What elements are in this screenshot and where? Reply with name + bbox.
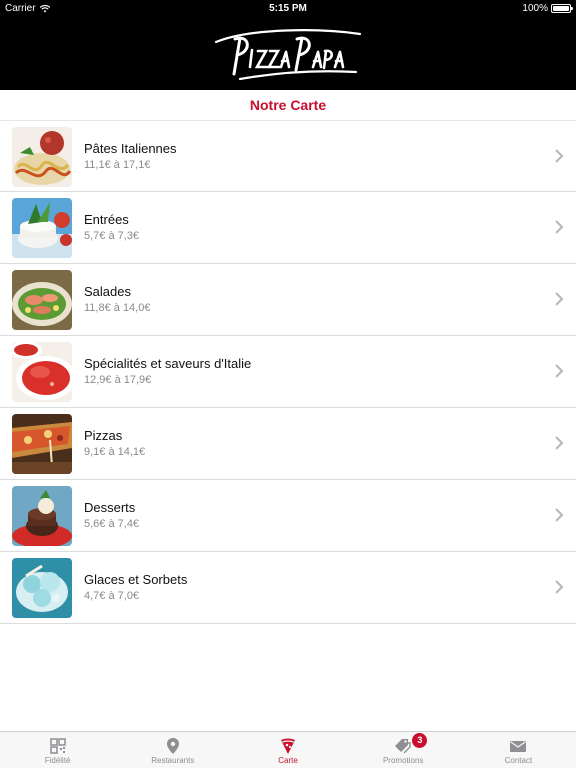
list-item-pizzas[interactable]: Pizzas 9,1€ à 14,1€ bbox=[0, 408, 576, 480]
list-item-glaces[interactable]: Glaces et Sorbets 4,7€ à 7,0€ bbox=[0, 552, 576, 624]
chevron-right-icon bbox=[555, 580, 564, 594]
dessert-thumbnail bbox=[12, 486, 72, 546]
item-price: 5,7€ à 7,3€ bbox=[84, 230, 140, 242]
chevron-right-icon bbox=[555, 292, 564, 306]
pizza-slice-icon bbox=[281, 738, 295, 754]
item-title: Desserts bbox=[84, 500, 136, 515]
list-item-entrees[interactable]: Entrées 5,7€ à 7,3€ bbox=[0, 192, 576, 264]
tab-promotions[interactable]: 3 Promotions bbox=[346, 732, 461, 768]
app-header: Carrier 5:15 PM 100% bbox=[0, 0, 576, 90]
tab-label: Carte bbox=[278, 756, 298, 765]
item-price: 9,1€ à 14,1€ bbox=[84, 446, 146, 458]
promotions-badge: 3 bbox=[412, 733, 428, 748]
chevron-right-icon bbox=[555, 220, 564, 234]
tab-carte[interactable]: Carte bbox=[230, 732, 345, 768]
status-bar: Carrier 5:15 PM 100% bbox=[0, 0, 576, 18]
list-item-salades[interactable]: Salades 11,8€ à 14,0€ bbox=[0, 264, 576, 336]
salad-thumbnail bbox=[12, 270, 72, 330]
qr-code-icon bbox=[49, 738, 66, 754]
map-pin-icon bbox=[166, 738, 179, 754]
tags-icon bbox=[395, 739, 411, 754]
chevron-right-icon bbox=[555, 508, 564, 522]
battery-icon bbox=[551, 4, 573, 13]
pasta-thumbnail bbox=[12, 127, 72, 187]
item-price: 12,9€ à 17,9€ bbox=[84, 374, 152, 386]
chevron-right-icon bbox=[555, 364, 564, 378]
chevron-right-icon bbox=[555, 436, 564, 450]
item-title: Glaces et Sorbets bbox=[84, 572, 188, 587]
item-price: 5,6€ à 7,4€ bbox=[84, 518, 140, 530]
item-title: Entrées bbox=[84, 212, 129, 227]
tab-bar: Fidélité Restaurants Carte 3 Promotions bbox=[0, 731, 576, 768]
battery-percent: 100% bbox=[522, 3, 548, 14]
item-price: 11,1€ à 17,1€ bbox=[84, 159, 151, 171]
status-right: 100% bbox=[522, 3, 573, 14]
tab-contact[interactable]: Contact bbox=[461, 732, 576, 768]
starter-thumbnail bbox=[12, 198, 72, 258]
tab-label: Fidélité bbox=[44, 756, 71, 765]
pizza-papa-logo bbox=[214, 29, 362, 81]
clock: 5:15 PM bbox=[269, 3, 307, 14]
page-title: Notre Carte bbox=[249, 97, 327, 113]
chevron-right-icon bbox=[555, 149, 564, 163]
tab-label: Restaurants bbox=[151, 756, 195, 765]
specialty-thumbnail bbox=[12, 342, 72, 402]
list-item-pates[interactable]: Pâtes Italiennes 11,1€ à 17,1€ bbox=[0, 120, 576, 192]
item-title: Salades bbox=[84, 284, 131, 299]
item-title: Spécialités et saveurs d'Italie bbox=[84, 356, 252, 371]
tab-label: Contact bbox=[504, 756, 533, 765]
menu-list: Pâtes Italiennes 11,1€ à 17,1€ Entrées 5… bbox=[0, 120, 576, 624]
tab-restaurants[interactable]: Restaurants bbox=[115, 732, 230, 768]
item-price: 4,7€ à 7,0€ bbox=[84, 590, 140, 602]
item-price: 11,8€ à 14,0€ bbox=[84, 302, 151, 314]
list-item-specialites[interactable]: Spécialités et saveurs d'Italie 12,9€ à … bbox=[0, 336, 576, 408]
tab-label: Promotions bbox=[382, 756, 424, 765]
item-title: Pizzas bbox=[84, 428, 123, 443]
pizza-thumbnail bbox=[12, 414, 72, 474]
item-title: Pâtes Italiennes bbox=[84, 141, 177, 156]
envelope-icon bbox=[510, 741, 527, 752]
list-item-desserts[interactable]: Desserts 5,6€ à 7,4€ bbox=[0, 480, 576, 552]
ice-cream-thumbnail bbox=[12, 558, 72, 618]
tab-fidelite[interactable]: Fidélité bbox=[0, 732, 115, 768]
